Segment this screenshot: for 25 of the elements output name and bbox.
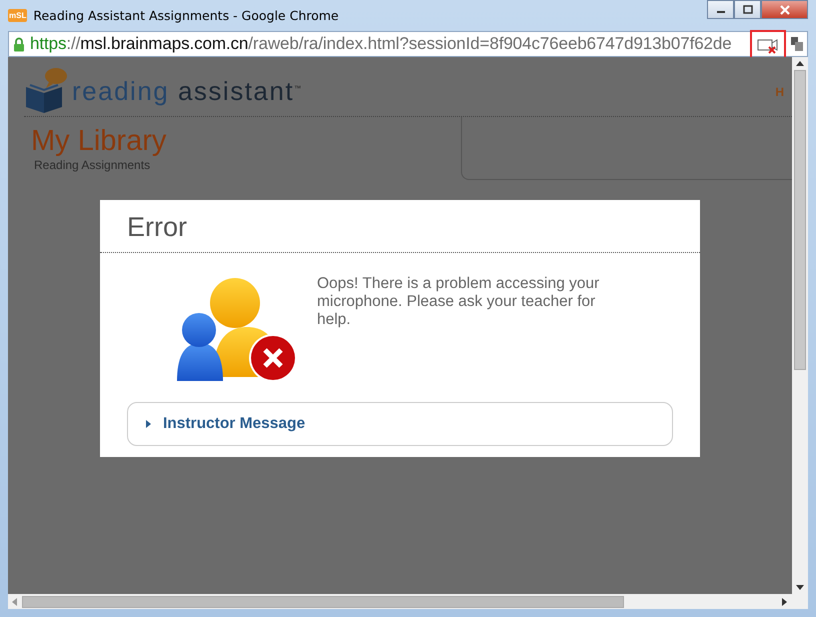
page-heading: My Library <box>31 125 168 158</box>
camera-blocked-icon[interactable] <box>757 36 779 54</box>
page-subheading: Reading Assignments <box>34 158 152 172</box>
scroll-down-icon[interactable] <box>796 585 804 590</box>
minimize-button[interactable] <box>707 0 734 19</box>
translate-icon[interactable] <box>791 37 803 51</box>
instructor-message-toggle[interactable]: Instructor Message <box>127 402 673 446</box>
scroll-right-icon[interactable] <box>782 598 787 606</box>
address-bar[interactable]: https://msl.brainmaps.com.cn/raweb/ra/index.html?sessionId=8f904c76eeb6747d913b07f62de <box>8 31 808 57</box>
logo-text: reading assistant$^{™}$ <box>72 76 303 107</box>
book-logo-icon <box>24 67 70 113</box>
favicon: mSL <box>8 8 28 22</box>
error-message: Oops! There is a problem accessing your microphone. Please ask your teacher for help. <box>317 275 600 330</box>
dialog-title: Error <box>100 200 700 253</box>
caret-icon <box>145 419 151 429</box>
close-button[interactable] <box>761 0 808 19</box>
maximize-icon <box>742 5 752 14</box>
scroll-up-icon[interactable] <box>796 61 804 66</box>
lock-icon <box>13 36 25 52</box>
url-text: https://msl.brainmaps.com.cn/raweb/ra/index.html?sessionId=8f904c76eeb6747d913b07f62de <box>30 34 732 54</box>
window-title: Reading Assistant Assignments - Google Chrome <box>33 8 339 22</box>
maximize-button[interactable] <box>734 0 761 19</box>
vertical-scrollbar[interactable] <box>792 57 808 594</box>
horizontal-scrollbar[interactable] <box>8 594 808 609</box>
close-icon <box>778 4 790 14</box>
